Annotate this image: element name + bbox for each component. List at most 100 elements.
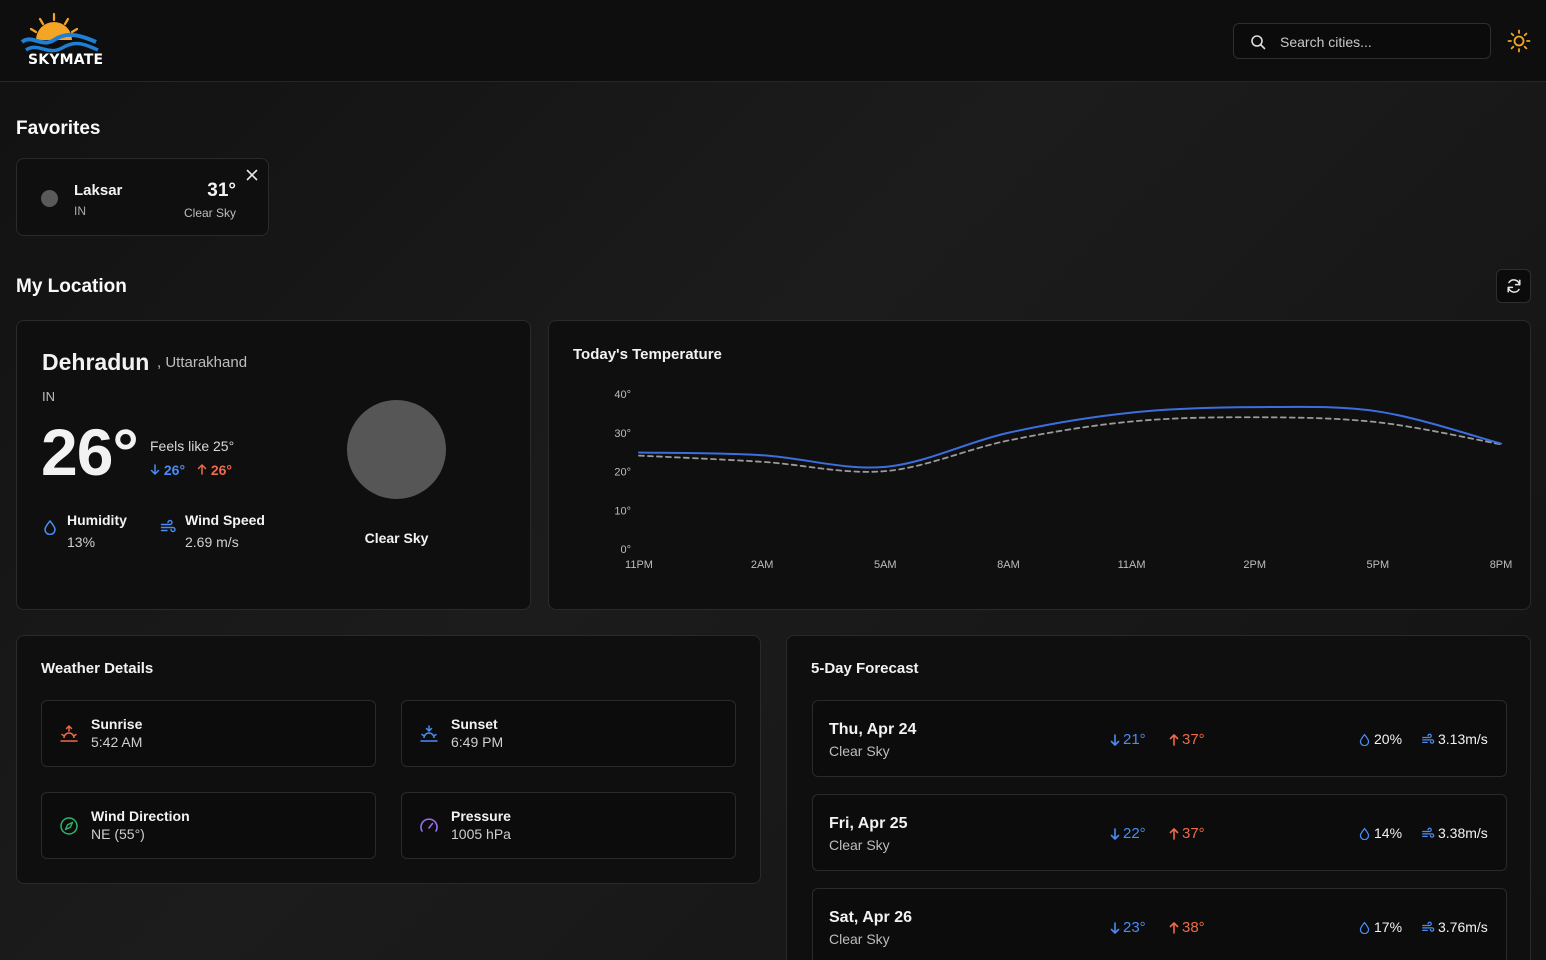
weather-icon-placeholder <box>347 400 446 499</box>
current-temperature: 26° <box>41 415 139 489</box>
forecast-low: 22° <box>1110 825 1146 842</box>
forecast-condition: Clear Sky <box>829 837 890 853</box>
forecast-wind-value: 3.76m/s <box>1438 919 1488 935</box>
forecast-high-value: 37° <box>1182 731 1205 748</box>
forecast-row[interactable]: Fri, Apr 25 Clear Sky 22° 37° 14% 3.38m/… <box>812 794 1507 871</box>
x-tick-label: 5AM <box>874 559 897 571</box>
sunset-icon <box>420 725 438 742</box>
current-state: , Uttarakhand <box>157 354 248 371</box>
detail-pressure: Pressure 1005 hPa <box>401 792 736 859</box>
forecast-day: Fri, Apr 25 <box>829 815 908 832</box>
forecast-day: Sat, Apr 26 <box>829 909 912 926</box>
x-tick-label: 2PM <box>1243 559 1266 571</box>
gauge-icon <box>420 818 438 832</box>
y-tick-label: 30° <box>614 428 631 440</box>
weather-details-title: Weather Details <box>41 660 154 677</box>
temperature-chart-card: Today's Temperature 0° 10° 20° 30° 40° 11PM 2A… <box>548 320 1531 610</box>
forecast-high-value: 37° <box>1182 825 1205 842</box>
sunrise-icon <box>60 724 78 742</box>
wind-direction-label: Wind Direction <box>91 808 190 824</box>
forecast-card: 5-Day Forecast Thu, Apr 24 Clear Sky 21°… <box>786 635 1531 960</box>
wind-value: 2.69 m/s <box>185 534 239 550</box>
wind-icon <box>1422 921 1435 932</box>
forecast-humidity-value: 14% <box>1374 825 1403 841</box>
current-city: Dehradun <box>42 349 150 375</box>
droplet-icon <box>1359 921 1370 935</box>
forecast-humidity: 14% <box>1358 825 1402 841</box>
forecast-row[interactable]: Thu, Apr 24 Clear Sky 21° 37° 20% 3.13m/… <box>812 700 1507 777</box>
forecast-low: 23° <box>1110 919 1146 936</box>
favorite-condition: Clear Sky <box>183 206 236 220</box>
search-box[interactable] <box>1233 23 1491 59</box>
forecast-humidity: 20% <box>1358 731 1402 747</box>
current-country: IN <box>42 389 55 404</box>
temp-min-value: 26° <box>163 462 186 478</box>
wind-label: Wind Speed <box>185 512 265 528</box>
y-tick-label: 20° <box>614 467 631 479</box>
temp-min: 26° <box>150 462 189 478</box>
wind-icon <box>1422 827 1435 838</box>
forecast-humidity-value: 20% <box>1374 731 1403 747</box>
pressure-label: Pressure <box>451 808 511 824</box>
y-tick-label: 0° <box>620 544 631 556</box>
forecast-title: 5-Day Forecast <box>811 660 919 677</box>
search-icon <box>1251 35 1266 50</box>
detail-sunrise: Sunrise 5:42 AM <box>41 700 376 767</box>
droplet-icon <box>44 519 56 535</box>
refresh-button[interactable] <box>1496 269 1531 303</box>
brand-name: SKYMATE <box>28 52 104 68</box>
forecast-wind: 3.38m/s <box>1421 825 1488 841</box>
arrow-up-icon <box>1169 922 1179 934</box>
forecast-day: Thu, Apr 24 <box>829 721 917 738</box>
arrow-down-icon <box>1110 922 1120 934</box>
favorite-card[interactable]: Laksar IN 31° Clear Sky <box>16 158 269 236</box>
x-tick-label: 11AM <box>1118 559 1146 571</box>
forecast-low: 21° <box>1110 731 1146 748</box>
forecast-high-value: 38° <box>1182 919 1205 936</box>
app-header: SKYMATE <box>0 0 1546 82</box>
pressure-value: 1005 hPa <box>451 826 511 842</box>
forecast-condition: Clear Sky <box>829 743 890 759</box>
close-icon <box>246 169 258 181</box>
wind-icon <box>1422 733 1435 744</box>
remove-favorite-button[interactable] <box>246 168 258 186</box>
detail-wind-direction: Wind Direction NE (55°) <box>41 792 376 859</box>
forecast-row[interactable]: Sat, Apr 26 Clear Sky 23° 38° 17% 3.76m/… <box>812 888 1507 960</box>
forecast-humidity-value: 17% <box>1374 919 1403 935</box>
search-input[interactable] <box>1280 32 1480 52</box>
forecast-high: 37° <box>1169 731 1205 748</box>
refresh-icon <box>1507 279 1521 293</box>
temperature-chart: 0° 10° 20° 30° 40° 11PM 2AM 5AM 8AM 11AM 2PM 5PM 8PM <box>614 389 1512 571</box>
sun-icon <box>1507 29 1531 53</box>
favorite-city: Laksar <box>74 182 123 199</box>
temperature-series-line <box>638 405 1502 469</box>
detail-sunset: Sunset 6:49 PM <box>401 700 736 767</box>
forecast-wind: 3.13m/s <box>1421 731 1488 747</box>
sunrise-value: 5:42 AM <box>91 734 143 750</box>
theme-toggle-button[interactable] <box>1507 29 1531 53</box>
forecast-wind-value: 3.38m/s <box>1438 825 1488 841</box>
wind-direction-value: NE (55°) <box>91 826 145 842</box>
my-location-title: My Location <box>16 276 127 297</box>
sunset-value: 6:49 PM <box>451 734 504 750</box>
forecast-high: 38° <box>1169 919 1205 936</box>
current-condition: Clear Sky <box>364 530 429 546</box>
arrow-up-icon <box>1169 734 1179 746</box>
forecast-condition: Clear Sky <box>829 931 890 947</box>
forecast-humidity: 17% <box>1358 919 1402 935</box>
sunrise-label: Sunrise <box>91 716 143 732</box>
arrow-up-icon <box>197 464 207 475</box>
logo-sun-icon <box>20 12 99 53</box>
forecast-high: 37° <box>1169 825 1205 842</box>
forecast-low-value: 21° <box>1123 731 1146 748</box>
temp-max: 26° <box>197 462 232 478</box>
forecast-wind: 3.76m/s <box>1421 919 1488 935</box>
y-tick-label: 10° <box>614 505 631 517</box>
weather-status-dot <box>41 190 58 207</box>
y-tick-label: 40° <box>614 389 631 401</box>
favorites-title: Favorites <box>16 118 101 139</box>
arrow-down-icon <box>150 464 160 475</box>
current-weather-card: Dehradun , Uttarakhand IN 26° Feels like… <box>16 320 531 610</box>
forecast-wind-value: 3.13m/s <box>1438 731 1488 747</box>
wind-icon <box>160 519 176 533</box>
